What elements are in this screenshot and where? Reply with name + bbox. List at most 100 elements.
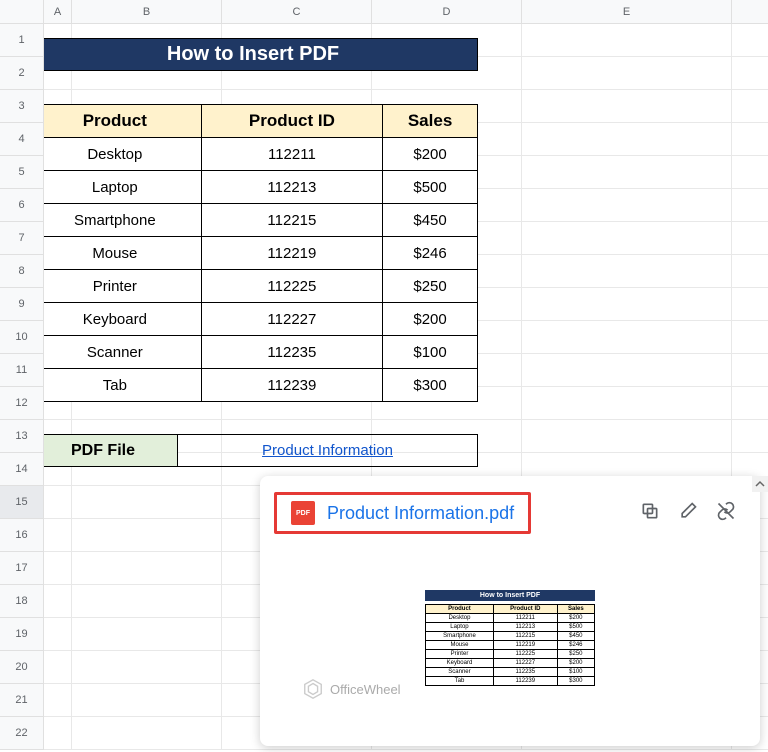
table-cell[interactable]: 112213 (201, 171, 382, 204)
th-product[interactable]: Product (29, 105, 202, 138)
popup-file-name[interactable]: Product Information.pdf (327, 503, 514, 524)
cell[interactable] (72, 651, 222, 683)
table-cell[interactable]: Printer (29, 270, 202, 303)
th-sales[interactable]: Sales (383, 105, 478, 138)
cell[interactable] (72, 585, 222, 617)
col-header-A[interactable]: A (44, 0, 72, 23)
row-header-2[interactable]: 2 (0, 57, 43, 90)
cell[interactable] (522, 123, 732, 155)
table-cell[interactable]: Laptop (29, 171, 202, 204)
table-row[interactable]: Keyboard112227$200 (29, 303, 478, 336)
cell[interactable] (522, 354, 732, 386)
table-cell[interactable]: 112239 (201, 369, 382, 402)
popup-preview-area[interactable]: OfficeWheel How to Insert PDF Product Pr… (274, 550, 746, 725)
table-cell[interactable]: $200 (383, 138, 478, 171)
row-header-9[interactable]: 9 (0, 288, 43, 321)
table-cell[interactable]: Mouse (29, 237, 202, 270)
cell[interactable] (72, 519, 222, 551)
table-cell[interactable]: 112211 (201, 138, 382, 171)
pdf-link-cell[interactable]: Product Information (178, 434, 478, 467)
row-header-1[interactable]: 1 (0, 24, 43, 57)
table-row[interactable]: Smartphone112215$450 (29, 204, 478, 237)
table-cell[interactable]: 112227 (201, 303, 382, 336)
table-cell[interactable]: 112219 (201, 237, 382, 270)
scroll-up-button[interactable] (752, 476, 768, 492)
table-row[interactable]: Printer112225$250 (29, 270, 478, 303)
table-cell[interactable]: $200 (383, 303, 478, 336)
table-cell[interactable]: Smartphone (29, 204, 202, 237)
table-cell[interactable]: $100 (383, 336, 478, 369)
row-header-21[interactable]: 21 (0, 684, 43, 717)
table-cell[interactable]: Scanner (29, 336, 202, 369)
unlink-icon[interactable] (716, 501, 736, 526)
cell[interactable] (72, 618, 222, 650)
cell[interactable] (72, 717, 222, 749)
cell[interactable] (72, 552, 222, 584)
cell[interactable] (44, 651, 72, 683)
cell[interactable] (44, 519, 72, 551)
row-header-16[interactable]: 16 (0, 519, 43, 552)
cell[interactable] (522, 288, 732, 320)
table-row[interactable]: Tab112239$300 (29, 369, 478, 402)
table-cell[interactable]: 112215 (201, 204, 382, 237)
cell[interactable] (522, 255, 732, 287)
table-cell[interactable]: $500 (383, 171, 478, 204)
edit-link-icon[interactable] (678, 501, 698, 526)
row-header-22[interactable]: 22 (0, 717, 43, 750)
row-header-17[interactable]: 17 (0, 552, 43, 585)
table-cell[interactable]: 112225 (201, 270, 382, 303)
cell[interactable] (522, 420, 732, 452)
row-header-3[interactable]: 3 (0, 90, 43, 123)
row-header-5[interactable]: 5 (0, 156, 43, 189)
cell[interactable] (522, 156, 732, 188)
row-header-8[interactable]: 8 (0, 255, 43, 288)
cell[interactable] (44, 684, 72, 716)
th-product-id[interactable]: Product ID (201, 105, 382, 138)
col-header-B[interactable]: B (72, 0, 222, 23)
cell[interactable] (522, 57, 732, 89)
table-cell[interactable]: 112235 (201, 336, 382, 369)
table-cell[interactable]: $450 (383, 204, 478, 237)
row-header-4[interactable]: 4 (0, 123, 43, 156)
row-header-19[interactable]: 19 (0, 618, 43, 651)
col-header-C[interactable]: C (222, 0, 372, 23)
row-header-12[interactable]: 12 (0, 387, 43, 420)
select-all-corner[interactable] (0, 0, 44, 24)
cell[interactable] (522, 189, 732, 221)
cell[interactable] (44, 552, 72, 584)
cell[interactable] (522, 90, 732, 122)
cell[interactable] (522, 24, 732, 56)
table-cell[interactable]: Desktop (29, 138, 202, 171)
table-row[interactable]: Desktop112211$200 (29, 138, 478, 171)
copy-link-icon[interactable] (640, 501, 660, 526)
cell[interactable] (44, 618, 72, 650)
row-header-10[interactable]: 10 (0, 321, 43, 354)
cell[interactable] (522, 222, 732, 254)
col-header-D[interactable]: D (372, 0, 522, 23)
table-cell[interactable]: $246 (383, 237, 478, 270)
table-cell[interactable]: Tab (29, 369, 202, 402)
cell[interactable] (522, 387, 732, 419)
row-header-11[interactable]: 11 (0, 354, 43, 387)
cell[interactable] (44, 486, 72, 518)
row-header-14[interactable]: 14 (0, 453, 43, 486)
row-header-7[interactable]: 7 (0, 222, 43, 255)
product-info-link[interactable]: Product Information (262, 442, 393, 459)
table-row[interactable]: Mouse112219$246 (29, 237, 478, 270)
cell[interactable] (72, 684, 222, 716)
row-header-13[interactable]: 13 (0, 420, 43, 453)
table-row[interactable]: Laptop112213$500 (29, 171, 478, 204)
table-row[interactable]: Scanner112235$100 (29, 336, 478, 369)
col-header-E[interactable]: E (522, 0, 732, 23)
table-cell[interactable]: $300 (383, 369, 478, 402)
row-header-20[interactable]: 20 (0, 651, 43, 684)
cell[interactable] (44, 717, 72, 749)
table-cell[interactable]: Keyboard (29, 303, 202, 336)
row-header-18[interactable]: 18 (0, 585, 43, 618)
cell[interactable] (44, 585, 72, 617)
table-cell[interactable]: $250 (383, 270, 478, 303)
cell[interactable] (522, 321, 732, 353)
row-header-6[interactable]: 6 (0, 189, 43, 222)
row-header-15[interactable]: 15 (0, 486, 43, 519)
cell[interactable] (72, 486, 222, 518)
